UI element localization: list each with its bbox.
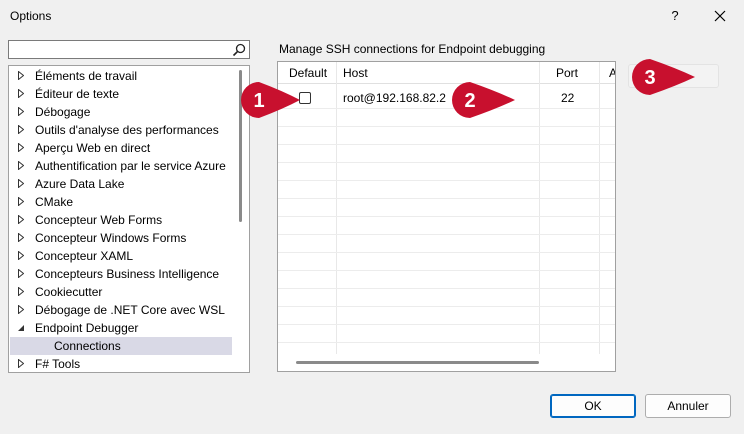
tree-item[interactable]: Débogage de .NET Core avec WSL xyxy=(10,301,232,319)
help-button[interactable]: ? xyxy=(662,4,688,28)
ok-button[interactable]: OK xyxy=(550,394,636,418)
tree-item[interactable]: Concepteur Web Forms xyxy=(10,211,232,229)
expand-arrow-icon[interactable] xyxy=(18,287,24,296)
row-divider xyxy=(278,144,615,145)
row-divider xyxy=(278,216,615,217)
collapse-arrow-icon[interactable] xyxy=(17,324,25,332)
tree-item[interactable]: CMake xyxy=(10,193,232,211)
grid-header: Default Host Port A xyxy=(278,62,615,84)
cancel-button[interactable]: Annuler xyxy=(645,394,731,418)
tree-item-label: Concepteur XAML xyxy=(35,249,134,263)
tree-item-connections[interactable]: Connections xyxy=(10,337,232,355)
connections-grid[interactable]: Default Host Port A root@192.168.82.2 22 xyxy=(277,61,616,372)
row-divider xyxy=(278,162,615,163)
search-input[interactable] xyxy=(8,40,250,59)
expand-arrow-icon[interactable] xyxy=(18,215,24,224)
tree-item-label: Connections xyxy=(54,339,121,353)
expand-arrow-icon[interactable] xyxy=(18,89,24,98)
row-divider xyxy=(278,126,615,127)
expand-arrow-icon[interactable] xyxy=(18,197,24,206)
tree-item[interactable]: F# Tools xyxy=(10,355,232,372)
expand-arrow-icon[interactable] xyxy=(18,359,24,368)
expand-arrow-icon[interactable] xyxy=(18,143,24,152)
tree-item-label: Endpoint Debugger xyxy=(35,321,139,335)
column-divider xyxy=(539,62,540,354)
tree-item-endpoint-debugger[interactable]: Endpoint Debugger xyxy=(10,319,232,337)
options-tree[interactable]: Éléments de travail Éditeur de texte Déb… xyxy=(8,65,250,373)
tree-item[interactable]: Azure Data Lake xyxy=(10,175,232,193)
tree-item-label: Débogage de .NET Core avec WSL xyxy=(35,303,225,317)
close-icon xyxy=(714,10,726,22)
expand-arrow-icon[interactable] xyxy=(18,269,24,278)
tree-item-label: Aperçu Web en direct xyxy=(35,141,151,155)
panel-title: Manage SSH connections for Endpoint debu… xyxy=(279,42,546,56)
callout-number: 1 xyxy=(253,90,264,112)
tree-item-label: Outils d'analyse des performances xyxy=(35,123,219,137)
tree-item-label: Concepteur Windows Forms xyxy=(35,231,187,245)
close-button[interactable] xyxy=(706,4,734,28)
row-divider xyxy=(278,252,615,253)
callout-number: 2 xyxy=(464,90,475,112)
row-divider xyxy=(278,108,615,109)
tree-item[interactable]: Concepteur Windows Forms xyxy=(10,229,232,247)
column-header-extra[interactable]: A xyxy=(609,66,615,80)
callout-marker-3: 3 xyxy=(632,59,695,95)
row-divider xyxy=(278,306,615,307)
column-divider xyxy=(336,62,337,354)
tree-item[interactable]: Aperçu Web en direct xyxy=(10,139,232,157)
expand-arrow-icon[interactable] xyxy=(18,71,24,80)
tree-item-label: Débogage xyxy=(35,105,91,119)
tree-item-label: Azure Data Lake xyxy=(35,177,125,191)
search-icon xyxy=(232,43,246,57)
row-divider xyxy=(278,288,615,289)
column-header-host[interactable]: Host xyxy=(343,66,368,80)
row-divider xyxy=(278,198,615,199)
row-divider xyxy=(278,180,615,181)
tree-item[interactable]: Cookiecutter xyxy=(10,283,232,301)
tree-item[interactable]: Débogage xyxy=(10,103,232,121)
tree-item-label: Cookiecutter xyxy=(35,285,103,299)
tree-item-label: Éléments de travail xyxy=(35,69,138,83)
tree-item[interactable]: Concepteurs Business Intelligence xyxy=(10,265,232,283)
title-bar: Options ? xyxy=(0,0,744,32)
callout-marker-2: 2 xyxy=(452,82,515,118)
expand-arrow-icon[interactable] xyxy=(18,125,24,134)
tree-item-label: Authentification par le service Azure xyxy=(35,159,226,173)
expand-arrow-icon[interactable] xyxy=(18,305,24,314)
host-cell[interactable]: root@192.168.82.2 xyxy=(343,91,446,105)
callout-number: 3 xyxy=(644,67,655,89)
window-title: Options xyxy=(10,9,52,23)
row-divider xyxy=(278,342,615,343)
column-header-port[interactable]: Port xyxy=(556,66,578,80)
tree-item-label: Concepteurs Business Intelligence xyxy=(35,267,220,281)
callout-marker-1: 1 xyxy=(241,82,300,118)
row-divider xyxy=(278,270,615,271)
expand-arrow-icon[interactable] xyxy=(18,233,24,242)
expand-arrow-icon[interactable] xyxy=(18,179,24,188)
column-header-default[interactable]: Default xyxy=(289,66,327,80)
tree-item[interactable]: Outils d'analyse des performances xyxy=(10,121,232,139)
tree-item-label: CMake xyxy=(35,195,74,209)
expand-arrow-icon[interactable] xyxy=(18,107,24,116)
column-divider xyxy=(599,62,600,354)
grid-horizontal-scrollbar[interactable] xyxy=(296,361,539,364)
row-divider xyxy=(278,324,615,325)
expand-arrow-icon[interactable] xyxy=(18,251,24,260)
row-divider xyxy=(278,234,615,235)
port-cell[interactable]: 22 xyxy=(561,91,574,105)
tree-item[interactable]: Éditeur de texte xyxy=(10,85,232,103)
tree-item[interactable]: Concepteur XAML xyxy=(10,247,232,265)
tree-item[interactable]: Éléments de travail xyxy=(10,67,232,85)
tree-item-label: F# Tools xyxy=(35,357,81,371)
tree-item[interactable]: Authentification par le service Azure xyxy=(10,157,232,175)
tree-item-label: Éditeur de texte xyxy=(35,87,120,101)
tree-item-label: Concepteur Web Forms xyxy=(35,213,163,227)
expand-arrow-icon[interactable] xyxy=(18,161,24,170)
